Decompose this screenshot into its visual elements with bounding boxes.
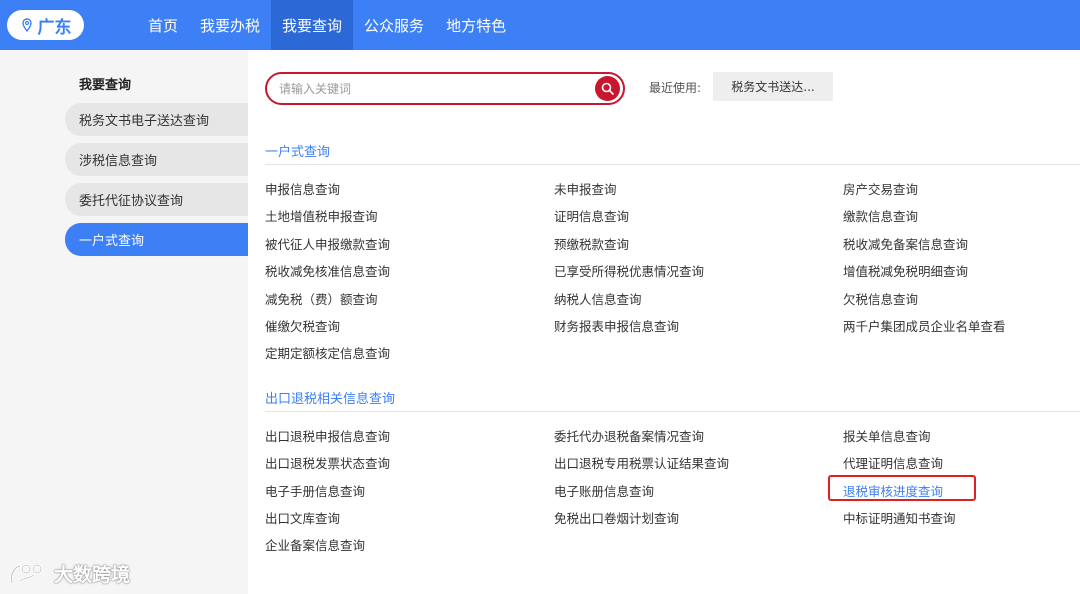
highlight-box (828, 475, 976, 501)
query-link[interactable]: 减免税（费）额查询 (265, 289, 378, 308)
query-link[interactable]: 未申报查询 (554, 179, 617, 198)
region-selector[interactable]: 广东 (7, 10, 84, 40)
region-label: 广东 (37, 17, 72, 38)
nav-public-service[interactable]: 公众服务 (353, 0, 435, 50)
search-box (265, 72, 625, 105)
search-input[interactable] (279, 80, 579, 98)
query-link[interactable]: 出口退税申报信息查询 (265, 426, 390, 445)
nav-query[interactable]: 我要查询 (271, 0, 354, 50)
query-link[interactable]: 证明信息查询 (554, 206, 629, 225)
query-link[interactable]: 免税出口卷烟计划查询 (554, 508, 679, 527)
section-title-one-stop: 一户式查询 (265, 145, 331, 160)
query-link[interactable]: 报关单信息查询 (843, 426, 931, 445)
watermark-logo-icon (10, 563, 43, 584)
query-link[interactable]: 财务报表申报信息查询 (554, 316, 679, 335)
watermark: 大数跨境 (8, 560, 130, 587)
sidebar-item-document-delivery[interactable]: 税务文书电子送达查询 (65, 103, 248, 136)
query-link[interactable]: 催缴欠税查询 (265, 316, 340, 335)
query-link[interactable]: 申报信息查询 (265, 179, 340, 198)
sidebar-title: 我要查询 (79, 78, 132, 93)
section-title-export-refund: 出口退税相关信息查询 (265, 392, 396, 407)
sidebar: 我要查询 税务文书电子送达查询 涉税信息查询 委托代征协议查询 一户式查询 (0, 50, 248, 594)
nav-tax-handling[interactable]: 我要办税 (189, 0, 271, 50)
query-link[interactable]: 增值税减免税明细查询 (843, 261, 968, 280)
query-link[interactable]: 出口退税发票状态查询 (265, 453, 390, 472)
section-divider (265, 411, 1080, 412)
query-link[interactable]: 定期定额核定信息查询 (265, 343, 390, 362)
query-link[interactable]: 缴款信息查询 (843, 206, 918, 225)
watermark-text: 大数跨境 (54, 564, 131, 586)
location-pin-icon (21, 18, 32, 32)
section-divider (265, 164, 1080, 165)
query-link[interactable]: 土地增值税申报查询 (265, 206, 378, 225)
recent-used-item[interactable]: 税务文书送达... (713, 72, 833, 101)
nav-local-features[interactable]: 地方特色 (435, 0, 517, 50)
top-nav-bar: 广东 首页 我要办税 我要查询 公众服务 地方特色 (0, 0, 1080, 50)
query-link[interactable]: 欠税信息查询 (843, 289, 918, 308)
query-link[interactable]: 预缴税款查询 (554, 234, 629, 253)
query-link[interactable]: 中标证明通知书查询 (843, 508, 956, 527)
query-link[interactable]: 被代征人申报缴款查询 (265, 234, 390, 253)
sidebar-item-agency-agreement[interactable]: 委托代征协议查询 (65, 183, 248, 216)
main-nav: 首页 我要办税 我要查询 公众服务 地方特色 (137, 0, 517, 50)
query-link[interactable]: 两千户集团成员企业名单查看 (843, 316, 1006, 335)
nav-home[interactable]: 首页 (137, 0, 189, 50)
sidebar-item-tax-info[interactable]: 涉税信息查询 (65, 143, 248, 176)
query-link[interactable]: 企业备案信息查询 (265, 535, 365, 554)
query-link[interactable]: 税收减免备案信息查询 (843, 234, 968, 253)
query-link[interactable]: 电子账册信息查询 (554, 481, 654, 500)
query-link[interactable]: 税收减免核准信息查询 (265, 261, 390, 280)
search-button[interactable] (595, 76, 620, 101)
recent-used-label: 最近使用: (649, 81, 702, 95)
sidebar-item-one-stop-query[interactable]: 一户式查询 (65, 223, 248, 256)
query-link[interactable]: 出口文库查询 (265, 508, 340, 527)
query-link[interactable]: 已享受所得税优惠情况查询 (554, 261, 704, 280)
query-link[interactable]: 委托代办退税备案情况查询 (554, 426, 704, 445)
query-link[interactable]: 出口退税专用税票认证结果查询 (554, 453, 729, 472)
query-link[interactable]: 纳税人信息查询 (554, 289, 642, 308)
query-link[interactable]: 房产交易查询 (843, 179, 918, 198)
query-link[interactable]: 代理证明信息查询 (843, 453, 943, 472)
query-link[interactable]: 电子手册信息查询 (265, 481, 365, 500)
search-icon (601, 82, 614, 95)
